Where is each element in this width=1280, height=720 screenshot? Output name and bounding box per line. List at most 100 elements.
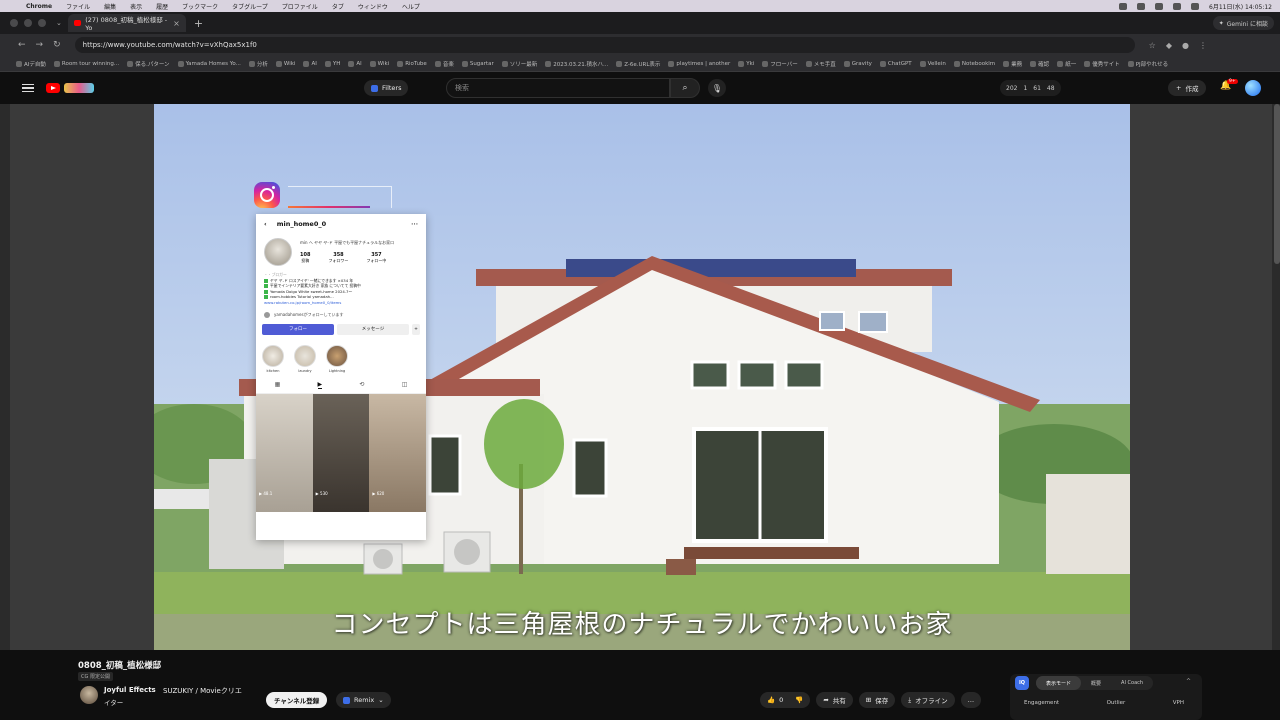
bookmark-item[interactable]: YH <box>324 60 340 67</box>
browser-tab-active[interactable]: (27) 0808_初稿_植松様邸 - Yo × <box>67 14 186 32</box>
bookmark-item[interactable]: フローバー <box>762 60 798 68</box>
tab-search-icon[interactable]: ⌄ <box>56 19 62 27</box>
menu-hamburger-icon[interactable] <box>22 83 34 93</box>
maximize-window-button[interactable] <box>38 19 46 27</box>
bookmark-item[interactable]: 確認 <box>1030 60 1049 68</box>
bookmark-item[interactable]: 紙一 <box>1057 60 1076 68</box>
menubar-item-window[interactable]: ウィンドウ <box>358 2 388 11</box>
save-button[interactable]: ⊞ 保存 <box>858 692 896 708</box>
subscribe-button[interactable]: チャンネル登録 <box>266 692 328 708</box>
new-tab-button[interactable]: + <box>194 17 203 30</box>
iq-tab-display-mode[interactable]: 表示モード <box>1036 676 1082 690</box>
video-player[interactable]: ‹ min_home0_0 ··· min ヘ ヤヤ ヤ-ド 平屋でも平屋ナチュ… <box>154 104 1130 650</box>
channel-collaborator[interactable]: SUZUKIY / Movieクリエ <box>163 686 242 696</box>
menubar-clock[interactable]: 6月11日(水) 14:05:12 <box>1209 2 1272 11</box>
menubar-item-history[interactable]: 履歴 <box>156 2 168 11</box>
bookmark-item[interactable]: Yki <box>738 60 754 67</box>
menubar-item-profiles[interactable]: プロファイル <box>282 2 318 11</box>
iq-logo-icon[interactable]: IQ <box>1015 676 1029 690</box>
like-button[interactable]: 👍 0 👎 <box>760 692 811 708</box>
close-tab-icon[interactable]: × <box>173 19 180 28</box>
status-icon[interactable] <box>1119 2 1127 10</box>
bookmark-item[interactable]: ソリー最新 <box>501 60 537 68</box>
youtube-favicon-icon <box>73 20 82 26</box>
menubar-item-view[interactable]: 表示 <box>130 2 142 11</box>
voice-search-button[interactable]: 🎙 <box>708 79 726 97</box>
bookmark-item[interactable]: Vellein <box>919 60 946 67</box>
status-icon[interactable] <box>1137 2 1145 10</box>
bookmark-item[interactable]: AIデ自動 <box>16 60 46 68</box>
bookmark-item[interactable]: Sugartar <box>461 60 494 67</box>
extensions-icon[interactable]: ◆ <box>1166 41 1172 50</box>
account-avatar[interactable] <box>1245 80 1261 96</box>
extension-stats-bar[interactable]: 202 1 61 48 <box>1000 80 1061 96</box>
menubar-item-bookmarks[interactable]: ブックマーク <box>182 2 218 11</box>
ig-followed-by: yamadahomesがフォローしています <box>256 308 426 322</box>
youtube-doodle[interactable] <box>64 83 94 93</box>
wifi-icon[interactable] <box>1173 2 1181 10</box>
bookmark-item[interactable]: playtimes | another <box>668 60 730 67</box>
remix-button[interactable]: Remix ⌄ <box>336 692 391 708</box>
bookmark-item[interactable]: 優秀サイト <box>1084 60 1120 68</box>
page-scrollbar[interactable] <box>1274 104 1280 264</box>
bookmark-item[interactable]: Notebooklm <box>953 60 995 67</box>
gemini-button[interactable]: ✦ Gemini に相談 <box>1212 16 1274 30</box>
bookmark-item[interactable]: 保る.パターン <box>127 60 170 68</box>
bookmark-favicon-icon <box>16 60 22 67</box>
bookmark-item[interactable]: RioTube <box>397 60 427 67</box>
bookmark-item[interactable]: ChatGPT <box>879 60 912 67</box>
minimize-window-button[interactable] <box>24 19 32 27</box>
bookmark-item[interactable]: Al <box>348 60 362 67</box>
ig-count-label: フォロワー <box>328 258 349 263</box>
back-icon[interactable]: ← <box>18 40 26 50</box>
youtube-logo-icon[interactable] <box>46 83 60 93</box>
bookmark-favicon-icon <box>1057 60 1064 67</box>
battery-icon[interactable] <box>1191 2 1199 10</box>
iq-tab-ai-coach[interactable]: AI Coach <box>1111 676 1153 690</box>
channel-avatar[interactable] <box>80 686 98 704</box>
channel-name[interactable]: Joyful Effects <box>104 686 156 694</box>
download-button[interactable]: ⤓ オフライン <box>901 692 955 708</box>
url-input[interactable]: https://www.youtube.com/watch?v=vXhQax5x… <box>74 37 1135 53</box>
iq-collapse-icon[interactable]: ^ <box>1186 678 1191 685</box>
bookmark-item[interactable]: Wiki <box>369 60 389 67</box>
bookmark-item[interactable]: メモ手直 <box>805 60 836 68</box>
bookmark-star-icon[interactable]: ☆ <box>1149 41 1156 50</box>
profile-icon[interactable]: ● <box>1182 41 1189 50</box>
search-button[interactable]: ⌕ <box>670 78 700 98</box>
menubar-app[interactable]: Chrome <box>26 3 52 10</box>
bookmark-favicon-icon <box>668 60 675 67</box>
bookmark-item[interactable]: Wiki <box>275 60 295 67</box>
search-input[interactable]: 検索 <box>446 78 670 98</box>
bookmark-item[interactable]: 業務 <box>1003 60 1022 68</box>
bookmark-item[interactable]: 音楽 <box>434 60 454 68</box>
bookmark-item[interactable]: 2023.03.21.積水ハ... <box>545 60 608 68</box>
dislike-icon[interactable]: 👎 <box>795 696 803 704</box>
share-button[interactable]: ➦ 共有 <box>816 692 853 708</box>
more-actions-button[interactable]: … <box>960 692 982 708</box>
bookmark-item[interactable]: AI <box>303 60 317 67</box>
menubar-item-tabgroups[interactable]: タブグループ <box>232 2 268 11</box>
bookmark-item[interactable]: Gravity <box>843 60 872 67</box>
status-icon[interactable] <box>1155 2 1163 10</box>
bookmark-item[interactable]: 分析 <box>248 60 268 68</box>
chevron-down-icon: ⌄ <box>378 696 384 704</box>
filters-button[interactable]: Filters <box>364 80 409 96</box>
menubar-item-help[interactable]: ヘルプ <box>402 2 420 11</box>
bookmark-item[interactable]: PJ部やれせる <box>1127 60 1168 68</box>
close-window-button[interactable] <box>10 19 18 27</box>
reload-icon[interactable]: ↻ <box>53 40 61 50</box>
forward-icon[interactable]: → <box>36 40 44 50</box>
ig-username: min_home0_0 <box>276 220 327 228</box>
menubar-item-edit[interactable]: 編集 <box>104 2 116 11</box>
menubar-item-file[interactable]: ファイル <box>66 2 90 11</box>
bookmark-item[interactable]: Z-6e.URL表示 <box>616 60 660 68</box>
ig-highlight: kitchen <box>262 344 284 373</box>
bookmark-item[interactable]: Room tour winning... <box>53 60 119 67</box>
iq-tab-summary[interactable]: 概要 <box>1081 676 1111 690</box>
menubar-item-tab[interactable]: タブ <box>332 2 344 11</box>
create-button[interactable]: + 作成 <box>1168 80 1207 96</box>
iq-metric-vph: VPH <box>1172 700 1184 706</box>
menu-dots-icon[interactable]: ⋮ <box>1199 41 1207 50</box>
bookmark-item[interactable]: Yamada Homes Yo... <box>177 60 241 67</box>
